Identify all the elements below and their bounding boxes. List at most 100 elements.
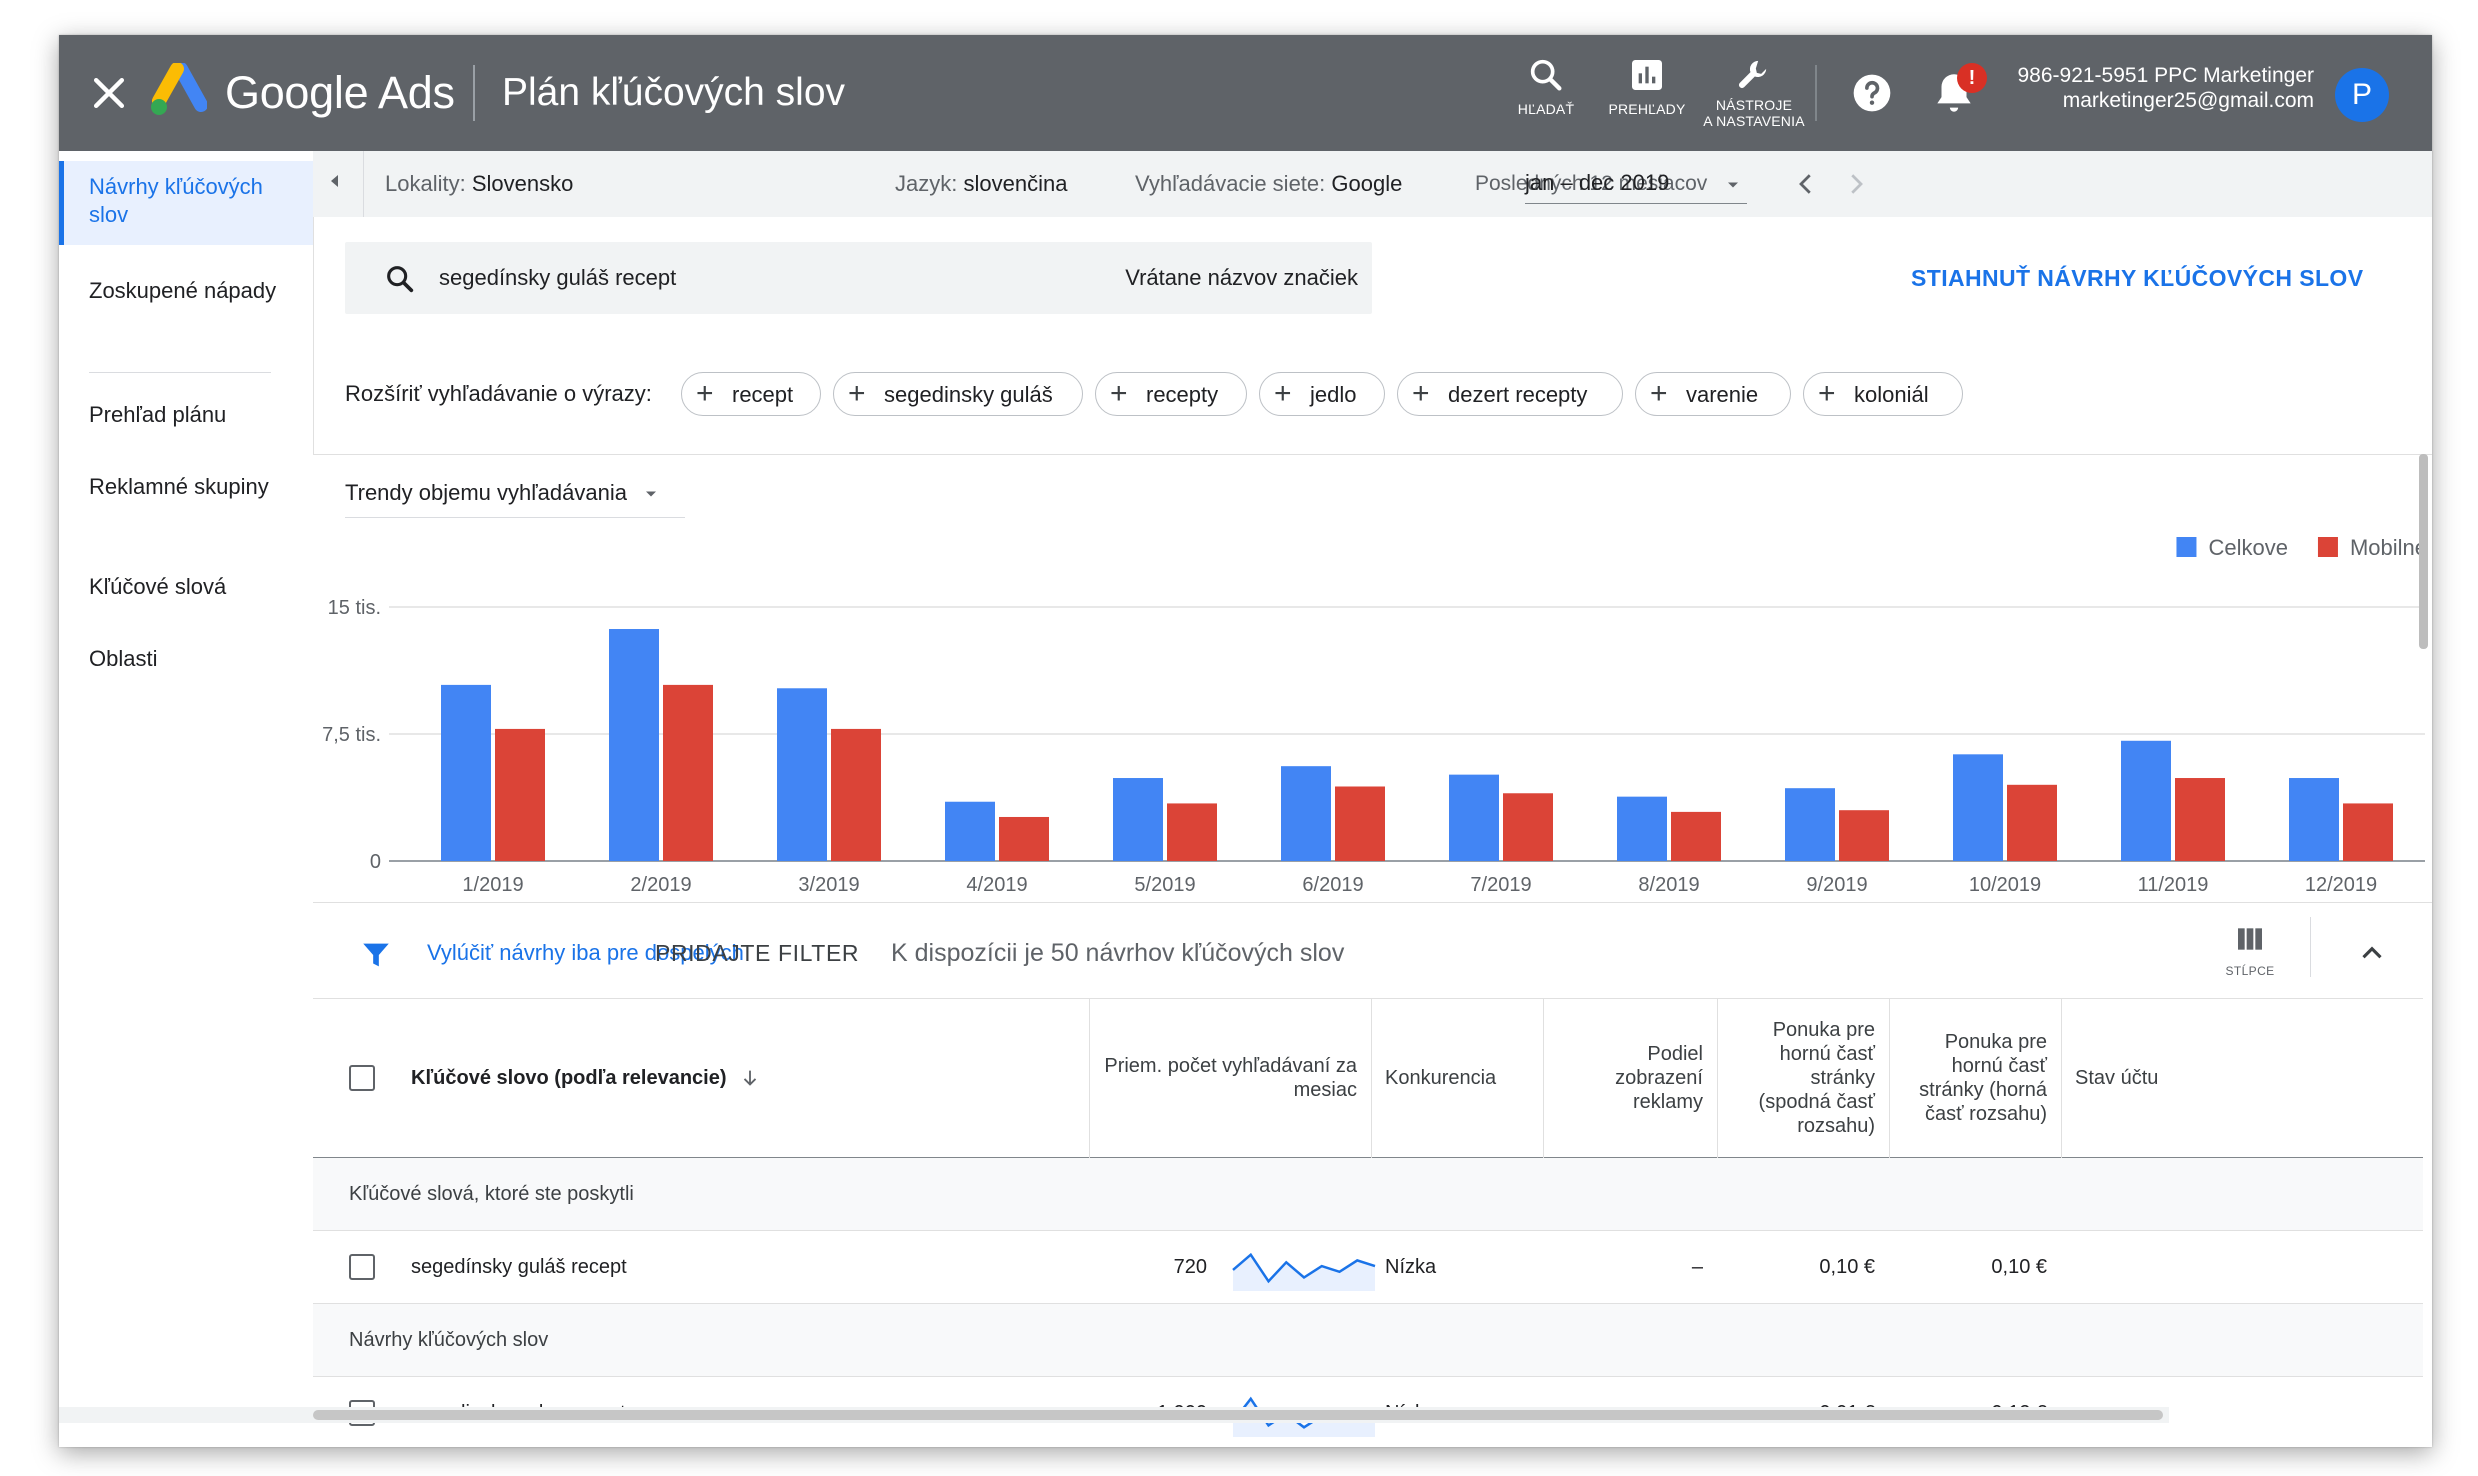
x-tick-label: 8/2019 [1638,874,1699,896]
x-tick-label: 5/2019 [1134,874,1195,896]
column-header-label: Priem. počet vyhľadávaní za mesiac [1104,1055,1357,1101]
group-label: Kľúčové slová, ktoré ste poskytli [349,1183,634,1205]
caret-down-icon [1728,182,1738,188]
horizontal-scrollbar[interactable] [59,1407,2169,1423]
filter-funnel-icon[interactable] [359,938,393,972]
account-email: marketinger25@gmail.com [2062,89,2314,112]
refine-chip[interactable]: + jedlo [1259,372,1385,416]
locations-value: Slovensko [471,171,574,196]
bar-mobile [1839,810,1889,861]
column-header-label: Ponuka pre hornú časť stránky (spodná ča… [1758,1019,1875,1137]
sidebar-item-label: Prehľad plánu [89,402,227,427]
column-header-keyword[interactable]: Kľúčové slovo (podľa relevancie) [397,999,997,1157]
legend-swatch [2317,537,2338,557]
column-header-competition[interactable]: Konkurencia [1371,999,1543,1157]
close-icon[interactable] [87,71,131,115]
sidebar-item-label: Kľúčové slová [89,574,227,599]
refine-chip[interactable]: + koloniál [1803,372,1963,416]
column-header-avg-searches[interactable]: Priem. počet vyhľadávaní za mesiac [1089,999,1371,1157]
bar-total [1281,766,1331,861]
search-volume-chart: 0 7,5 tis. 15 tis. 1/2019 2/2019 3/2019 4/2019… [322,535,2427,896]
bar-mobile [1671,811,1721,861]
sidebar-item-keyword-ideas[interactable]: Návrhy kľúčových slov [59,161,313,245]
column-header-label: Konkurencia [1385,1067,1497,1089]
refine-chip[interactable]: + recept [681,372,821,416]
sidebar-divider [89,372,271,373]
toolbar-divider [2310,917,2311,977]
bar-total [2289,778,2339,861]
bar-mobile [999,816,1049,861]
tools-settings-button[interactable]: NÁSTROJE A NASTAVENIA [1699,55,1809,145]
x-tick-label: 4/2019 [966,874,1027,896]
networks-filter[interactable]: Vyhľadávacie siete: Google [1135,170,1402,198]
app-window: Google Ads Plán kľúčových slov HĽADAŤ PR… [59,35,2432,1447]
chevron-up-icon[interactable] [2355,936,2389,970]
previous-period-icon[interactable] [1791,169,1821,199]
header-divider [473,65,475,121]
date-range-select[interactable]: jan – dec 2019 [1525,169,1747,204]
language-key: Jazyk: [895,171,958,196]
collapse-sidebar-button[interactable] [313,151,364,217]
sidebar-item-keywords[interactable]: Kľúčové slová [59,573,313,601]
column-header-bid-low[interactable]: Ponuka pre hornú časť stránky (spodná ča… [1717,999,1889,1157]
plus-icon: + [1110,377,1128,410]
refine-chip[interactable]: + varenie [1635,372,1791,416]
horizontal-scrollbar-thumb[interactable] [313,1410,2163,1420]
plus-icon: + [696,377,714,410]
refine-chip[interactable]: + dezert recepty [1397,372,1623,416]
bar-mobile [1335,786,1385,861]
column-header-impression-share[interactable]: Podiel zobrazení reklamy [1543,999,1717,1157]
account-info[interactable]: 986-921-5951 PPC Marketinger marketinger… [2017,63,2314,113]
column-header-label: Kľúčové slovo (podľa relevancie) [411,1067,727,1089]
y-tick-label: 0 [370,851,381,873]
bar-total [1785,788,1835,861]
search-tool-button[interactable]: HĽADAŤ [1491,55,1601,145]
brand-name: Google Ads [225,67,455,118]
sidebar-item-ad-groups[interactable]: Reklamné skupiny [59,473,313,501]
sidebar-item-locations[interactable]: Oblasti [59,645,313,673]
account-status-cell [2061,1231,2361,1303]
reports-tool-button[interactable]: PREHĽADY [1592,55,1702,145]
select-all-checkbox[interactable] [349,1065,375,1091]
bar-total [777,688,827,861]
locations-filter[interactable]: Lokality: Slovensko [385,170,573,198]
avatar[interactable]: P [2335,68,2389,122]
bar-mobile [2175,778,2225,861]
row-checkbox[interactable] [349,1254,375,1280]
column-header-account-status[interactable]: Stav účtu [2061,999,2361,1157]
legend-label: Mobilné [2350,535,2427,560]
bid-high-cell: 0,10 € [1991,1256,2047,1278]
columns-button[interactable]: STĹPCE [2215,923,2285,993]
download-keyword-ideas-link[interactable]: STIAHNUŤ NÁVRHY KĽÚČOVÝCH SLOV [1911,264,2363,292]
x-tick-label: 10/2019 [1969,874,2041,896]
language-filter[interactable]: Jazyk: slovenčina [895,170,1067,198]
next-period-icon[interactable] [1841,169,1871,199]
refine-chip[interactable]: + segedinsky guláš [833,372,1083,416]
plus-icon: + [1274,377,1292,410]
column-header-bid-high[interactable]: Ponuka pre hornú časť stránky (horná čas… [1889,999,2061,1157]
bar-total [1617,796,1667,861]
keyword-search-box[interactable]: segedínsky guláš recept Vrátane názvov z… [345,242,1372,314]
targeting-filter-bar: Lokality: Slovensko Jazyk: slovenčina Vy… [313,151,2432,217]
table-row[interactable]: segedínsky guláš recept 720 Nízka – 0,10… [313,1231,2423,1304]
add-filter-button[interactable]: PRIDAJTE FILTER [655,939,859,967]
sidebar-item-plan-overview[interactable]: Prehľad plánu [59,401,313,429]
sidebar-item-grouped-ideas[interactable]: Zoskupené nápady [59,277,313,305]
chip-label: koloniál [1854,382,1929,407]
group-row-provided: Kľúčové slová, ktoré ste poskytli [313,1158,2423,1231]
bar-mobile [2343,803,2393,861]
trend-sparkline [1232,1252,1376,1291]
x-tick-label: 3/2019 [798,874,859,896]
arrow-down-icon [743,1070,756,1086]
notification-badge: ! [1957,63,1987,93]
vertical-scrollbar[interactable] [2419,454,2428,649]
sidebar-item-label: Zoskupené nápady [89,278,277,303]
refine-chip[interactable]: + recepty [1095,372,1247,416]
bar-mobile [663,684,713,861]
page-title: Plán kľúčových slov [502,71,846,114]
include-brands-toggle[interactable]: Vrátane názvov značiek [1125,264,1358,292]
help-icon[interactable] [1850,71,1894,115]
columns-label: STĹPCE [2225,964,2275,978]
y-tick-label: 15 tis. [328,597,381,619]
plus-icon: + [1412,377,1430,410]
